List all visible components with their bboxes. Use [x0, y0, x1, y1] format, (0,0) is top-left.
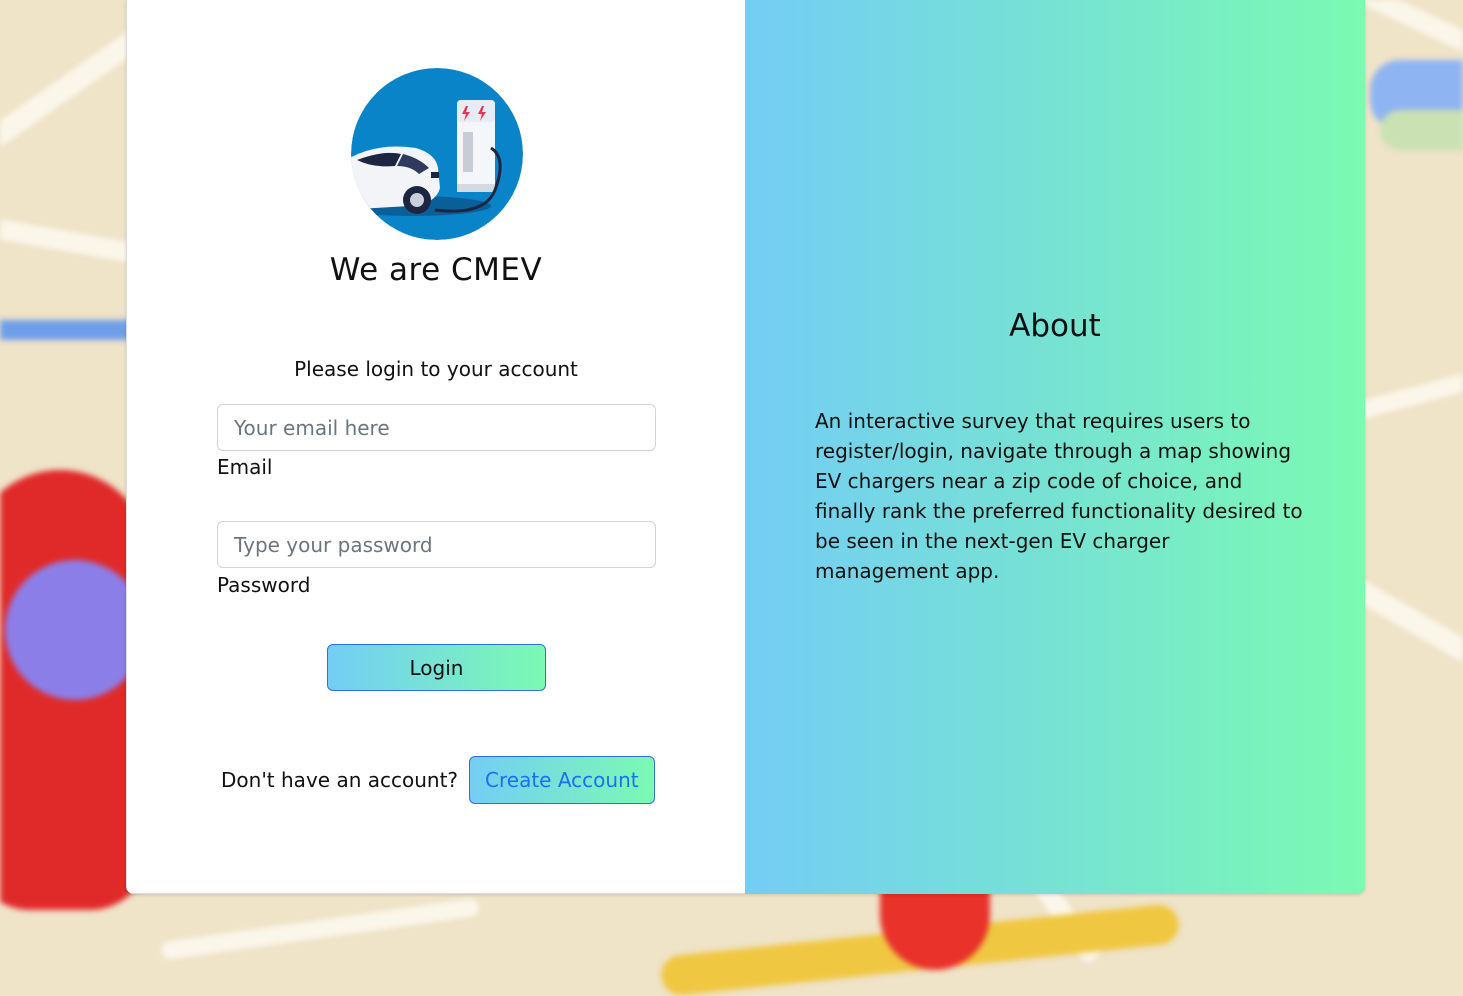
- password-input[interactable]: [217, 521, 656, 568]
- about-description: An interactive survey that requires user…: [815, 409, 1303, 583]
- ev-charging-car-icon: [351, 68, 523, 240]
- create-account-button[interactable]: Create Account: [469, 756, 655, 804]
- login-card: We are CMEV Please login to your account…: [126, 0, 1365, 894]
- email-input[interactable]: [217, 404, 656, 451]
- signup-row: Don't have an account? Create Account: [221, 756, 655, 804]
- brand-title: We are CMEV: [329, 252, 543, 288]
- login-prompt: Please login to your account: [294, 357, 578, 381]
- signup-prompt: Don't have an account?: [221, 768, 459, 792]
- password-label: Password: [217, 573, 311, 597]
- login-button[interactable]: Login: [327, 644, 546, 691]
- about-panel: About An interactive survey that require…: [745, 0, 1365, 894]
- login-panel: We are CMEV Please login to your account…: [126, 0, 745, 894]
- email-label: Email: [217, 455, 273, 479]
- about-title: About: [1009, 308, 1101, 344]
